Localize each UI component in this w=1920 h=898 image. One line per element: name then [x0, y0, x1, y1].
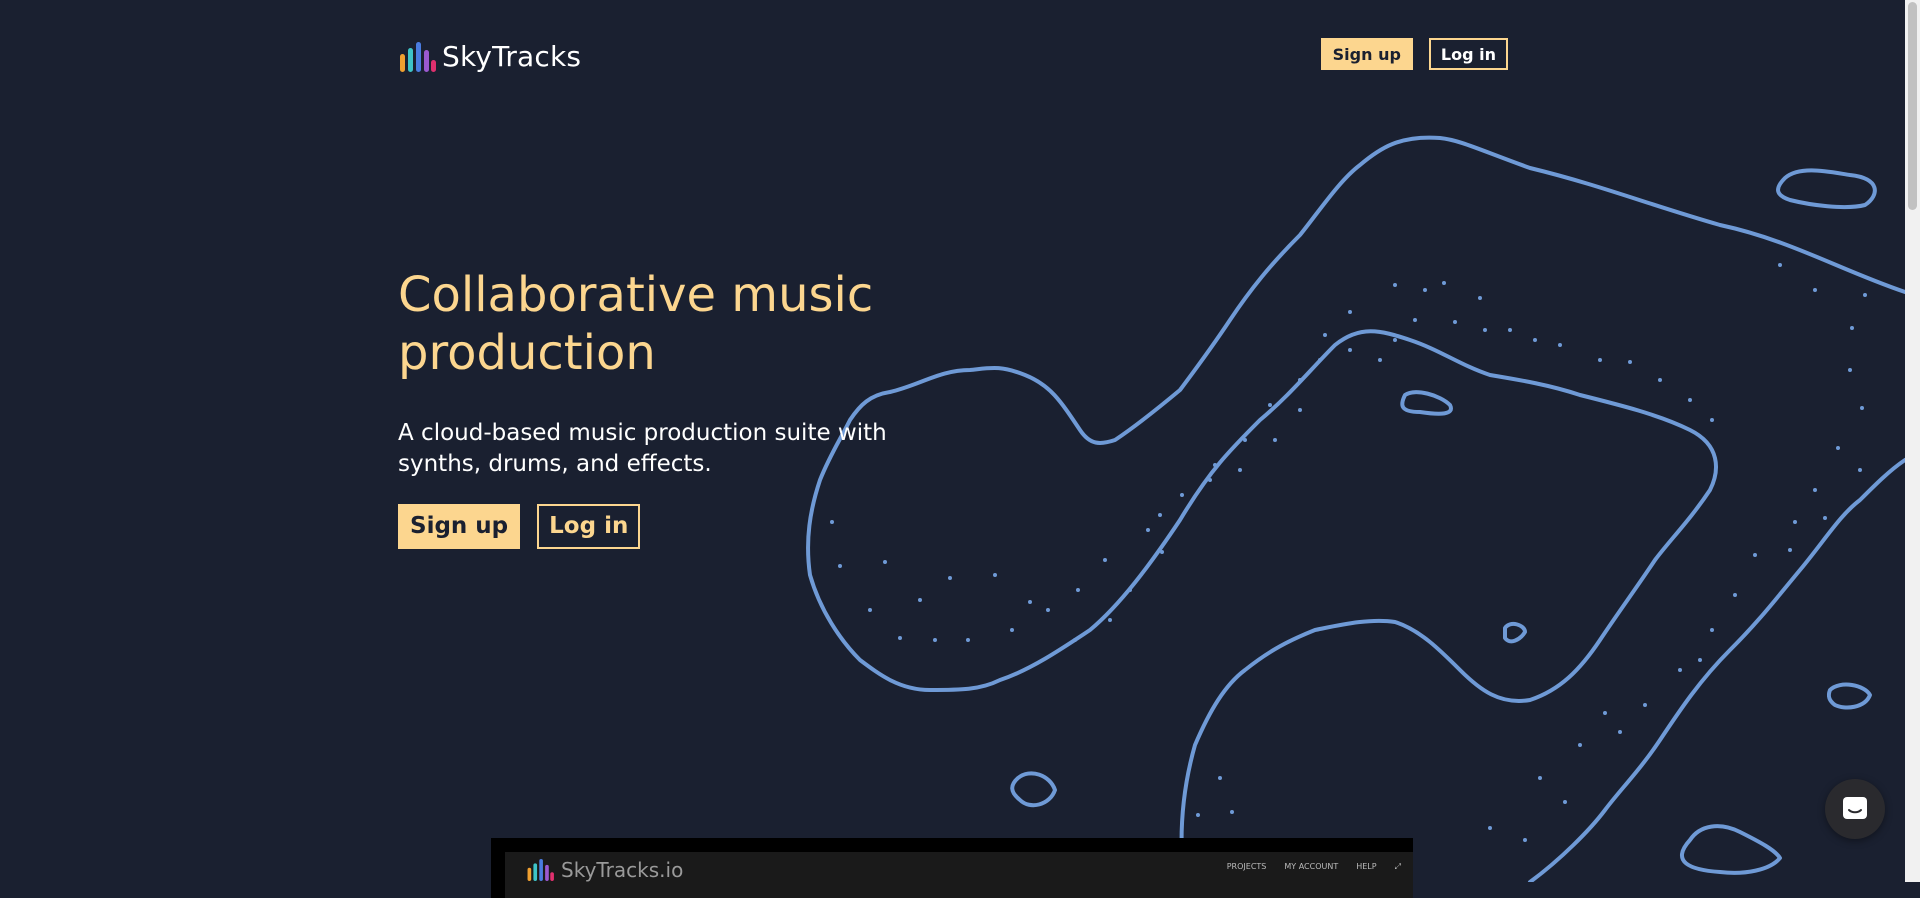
app-preview-window: SkyTracks.io PROJECTS MY ACCOUNT HELP ⤢ — [505, 852, 1413, 898]
preview-nav-help: HELP — [1356, 862, 1377, 871]
hero-signup-button[interactable]: Sign up — [398, 504, 521, 549]
header-actions: Sign up Log in — [1320, 38, 1508, 70]
preview-logo: SkyTracks.io — [525, 858, 683, 882]
expand-icon: ⤢ — [1394, 862, 1401, 871]
preview-nav-projects: PROJECTS — [1226, 862, 1267, 871]
preview-nav-account: MY ACCOUNT — [1284, 862, 1339, 871]
hero-subtitle: A cloud-based music production suite wit… — [398, 420, 887, 477]
decorative-wave-background — [806, 135, 1905, 882]
preview-nav: PROJECTS MY ACCOUNT HELP ⤢ — [1227, 862, 1401, 872]
app-preview-screenshot: SkyTracks.io PROJECTS MY ACCOUNT HELP ⤢ — [491, 838, 1413, 898]
header-signup-button[interactable]: Sign up — [1320, 38, 1413, 70]
header-login-button[interactable]: Log in — [1428, 38, 1508, 70]
hero-login-button[interactable]: Log in — [537, 504, 641, 549]
hero-section: Collaborative music production A cloud-b… — [398, 266, 918, 549]
brand-logo[interactable]: SkyTracks — [398, 40, 581, 73]
site-header: SkyTracks Sign up Log in — [398, 38, 1508, 78]
chat-launcher-button[interactable] — [1825, 779, 1885, 839]
hero-title: Collaborative music production — [398, 267, 874, 381]
equalizer-bars-icon — [527, 859, 554, 881]
chat-icon — [1843, 797, 1867, 819]
hero-actions: Sign up Log in — [398, 504, 918, 549]
scrollbar-thumb[interactable] — [1908, 2, 1917, 210]
preview-brand-name: SkyTracks.io — [561, 858, 684, 882]
brand-name: SkyTracks — [442, 40, 582, 73]
equalizer-bars-icon — [400, 41, 436, 72]
page-scrollbar[interactable] — [1905, 0, 1920, 882]
